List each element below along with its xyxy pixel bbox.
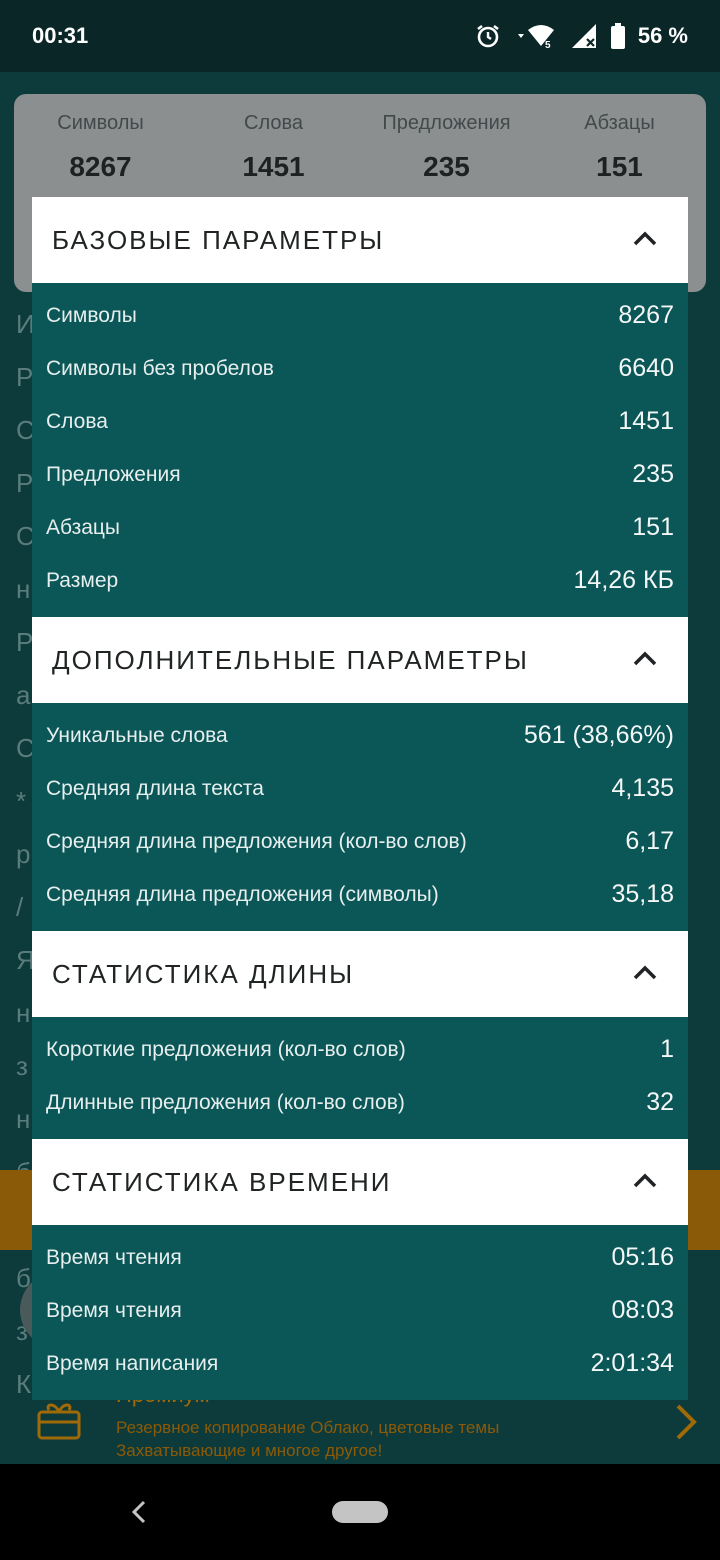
stat-row: Время чтения 08:03: [32, 1284, 688, 1337]
stat-row: Длинные предложения (кол-во слов) 32: [32, 1076, 688, 1129]
stat-value: 2:01:34: [590, 1349, 674, 1377]
stat-row: Время написания 2:01:34: [32, 1337, 688, 1390]
stat-label: Время чтения: [46, 1298, 182, 1322]
summary-stat-label: Предложения: [382, 112, 511, 134]
battery-percent: 56 %: [637, 23, 688, 48]
stat-row: Символы 8267: [32, 289, 688, 342]
stat-label: Средняя длина предложения (кол-во слов): [46, 829, 467, 853]
stat-label: Средняя длина текста: [46, 776, 264, 800]
status-bar: 00:31 5 56 %: [0, 0, 720, 72]
stat-row: Короткие предложения (кол-во слов) 1: [32, 1023, 688, 1076]
section-body-time: Время чтения 05:16 Время чтения 08:03 Врем…: [32, 1225, 688, 1400]
wifi-icon: 5: [514, 22, 558, 50]
home-pill[interactable]: [332, 1501, 388, 1523]
stat-value: 05:16: [611, 1243, 674, 1271]
stat-value: 1: [660, 1035, 674, 1063]
stat-value: 4,135: [611, 774, 674, 802]
stat-row: Размер 14,26 КБ: [32, 554, 688, 607]
stat-value: 561 (38,66%): [523, 721, 674, 749]
chevron-right-icon[interactable]: [672, 1402, 700, 1447]
stat-label: Уникальные слова: [46, 723, 228, 747]
stat-row: Предложения 235: [32, 448, 688, 501]
battery-icon: [610, 22, 626, 50]
section-header-length[interactable]: СТАТИСТИКА ДЛИНЫ: [32, 931, 688, 1017]
summary-stat: Слова 1451: [189, 112, 359, 183]
section-body-additional: Уникальные слова 561 (38,66%) Средняя дли…: [32, 703, 688, 931]
stat-label: Средняя длина предложения (символы): [46, 882, 439, 906]
stat-row: Время чтения 05:16: [32, 1231, 688, 1284]
chevron-up-icon[interactable]: [632, 649, 658, 672]
section-body-basic: Символы 8267 Символы без пробелов 6640 Сло…: [32, 283, 688, 617]
stat-value: 08:03: [611, 1296, 674, 1324]
chevron-up-icon[interactable]: [632, 1171, 658, 1194]
stat-value: 6640: [618, 354, 674, 382]
premium-description-line1: Резервное копирование Облако, цветовые т…: [116, 1418, 500, 1437]
navigation-bar: [0, 1464, 720, 1560]
stat-value: 1451: [618, 407, 674, 435]
summary-stat-label: Символы: [57, 112, 144, 134]
summary-stat-label: Слова: [244, 112, 303, 134]
gift-icon: [36, 1398, 82, 1447]
summary-stat: Абзацы 151: [535, 112, 705, 183]
stat-value: 32: [646, 1088, 674, 1116]
summary-stat-value: 151: [596, 151, 643, 182]
stat-row: Средняя длина текста 4,135: [32, 762, 688, 815]
chevron-up-icon[interactable]: [632, 229, 658, 252]
stat-label: Символы: [46, 303, 137, 327]
stat-row: Слова 1451: [32, 395, 688, 448]
status-time: 00:31: [32, 23, 89, 48]
section-title: СТАТИСТИКА ВРЕМЕНИ: [52, 1166, 392, 1197]
stat-label: Короткие предложения (кол-во слов): [46, 1037, 406, 1061]
summary-stats: Символы 8267 Слова 1451 Предложения 235 …: [14, 94, 706, 183]
section-header-time[interactable]: СТАТИСТИКА ВРЕМЕНИ: [32, 1139, 688, 1225]
chevron-up-icon[interactable]: [632, 963, 658, 986]
alarm-icon: [474, 22, 502, 50]
stat-row: Символы без пробелов 6640: [32, 342, 688, 395]
stat-label: Символы без пробелов: [46, 356, 274, 380]
stat-row: Средняя длина предложения (символы) 35,18: [32, 868, 688, 921]
svg-text:5: 5: [545, 40, 551, 50]
section-header-basic[interactable]: БАЗОВЫЕ ПАРАМЕТРЫ: [32, 197, 688, 283]
stat-label: Абзацы: [46, 515, 121, 539]
summary-stat: Символы 8267: [16, 112, 186, 183]
statistics-dialog: БАЗОВЫЕ ПАРАМЕТРЫ Символы 8267 Символы бе…: [32, 197, 688, 1400]
stat-value: 35,18: [611, 880, 674, 908]
status-icons: 5 56 %: [474, 22, 688, 50]
stat-row: Средняя длина предложения (кол-во слов) 6…: [32, 815, 688, 868]
summary-stat-value: 235: [423, 151, 470, 182]
stat-label: Длинные предложения (кол-во слов): [46, 1090, 405, 1114]
section-title: ДОПОЛНИТЕЛЬНЫЕ ПАРАМЕТРЫ: [52, 644, 529, 675]
summary-stat: Предложения 235: [362, 112, 532, 183]
premium-description-line2: Захватывающие и многое другое!: [116, 1441, 383, 1460]
summary-stat-value: 1451: [242, 151, 305, 182]
stat-row: Уникальные слова 561 (38,66%): [32, 709, 688, 762]
summary-stat-value: 8267: [69, 151, 132, 182]
stat-label: Слова: [46, 409, 108, 433]
stat-row: Абзацы 151: [32, 501, 688, 554]
stat-value: 235: [632, 460, 674, 488]
stat-value: 8267: [618, 301, 674, 329]
section-header-additional[interactable]: ДОПОЛНИТЕЛЬНЫЕ ПАРАМЕТРЫ: [32, 617, 688, 703]
stat-value: 151: [632, 513, 674, 541]
stat-value: 6,17: [625, 827, 674, 855]
stat-value: 14,26 КБ: [573, 566, 674, 594]
signal-icon: [570, 22, 598, 50]
stat-label: Предложения: [46, 462, 181, 486]
summary-stat-label: Абзацы: [584, 112, 655, 134]
section-title: БАЗОВЫЕ ПАРАМЕТРЫ: [52, 224, 385, 255]
stat-label: Время написания: [46, 1351, 219, 1375]
stat-label: Размер: [46, 568, 119, 592]
back-icon[interactable]: [128, 1498, 150, 1531]
stat-label: Время чтения: [46, 1245, 182, 1269]
section-title: СТАТИСТИКА ДЛИНЫ: [52, 958, 355, 989]
section-body-length: Короткие предложения (кол-во слов) 1 Длин…: [32, 1017, 688, 1139]
